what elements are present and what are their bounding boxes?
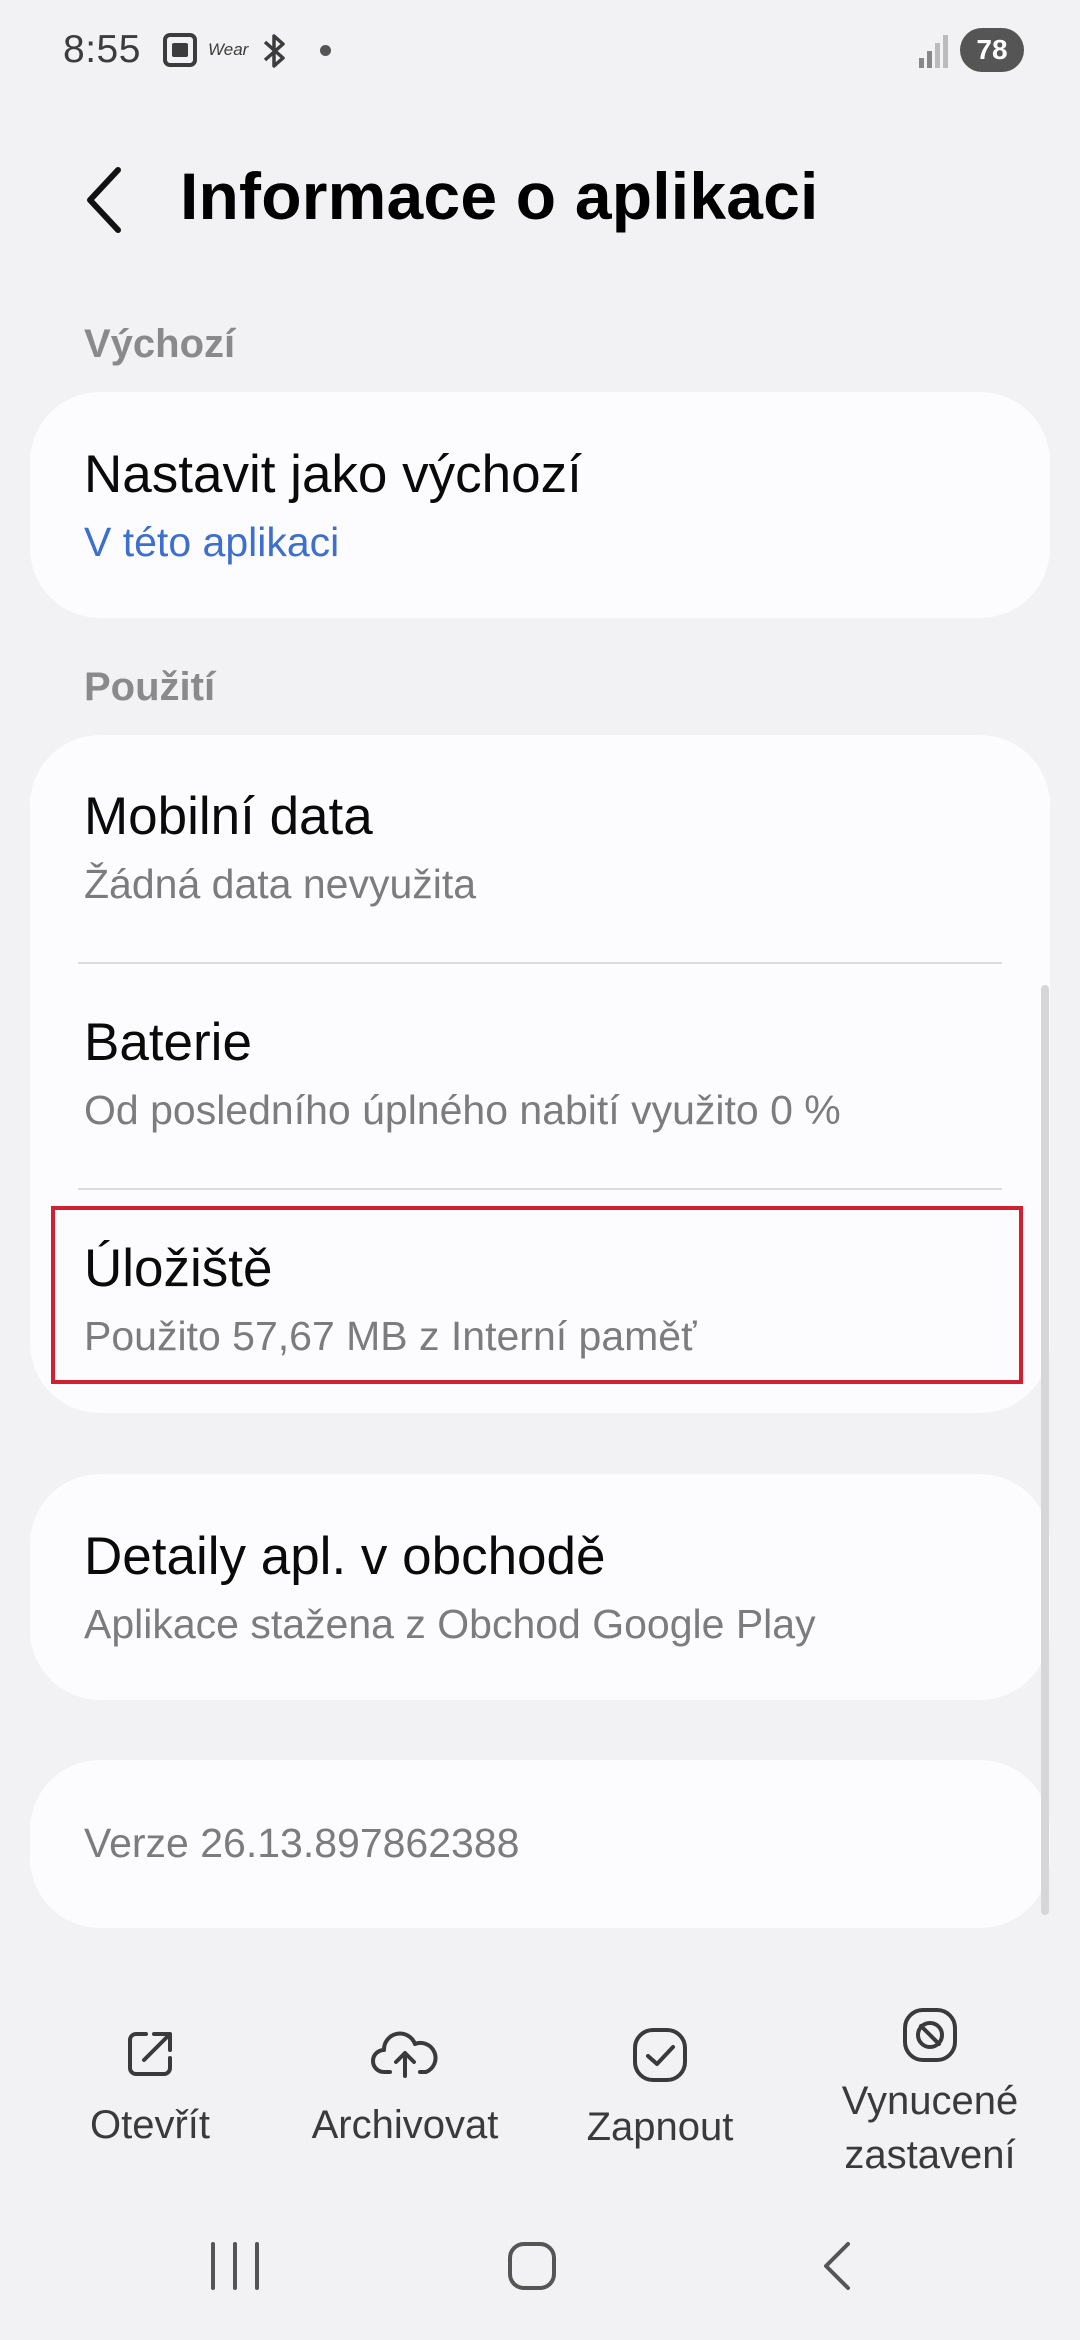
open-label: Otevřít [89, 2103, 211, 2147]
mobile-data-item[interactable]: Mobilní data Žádná data nevyužita [84, 786, 476, 908]
nav-back-button[interactable] [818, 2240, 858, 2297]
home-icon [508, 2242, 556, 2290]
divider [78, 962, 1002, 964]
force-stop-label-line1: Vynucené [841, 2079, 1019, 2123]
set-as-default-item[interactable]: Nastavit jako výchozí V této aplikaci [84, 444, 582, 566]
notification-dot-icon [320, 45, 331, 56]
battery-icon: 78 [960, 28, 1024, 72]
bluetooth-icon [262, 32, 288, 75]
version-text: Verze 26.13.897862388 [84, 1820, 520, 1866]
force-stop-button[interactable]: Vynucené zastavení [820, 2006, 1040, 2182]
page-title: Informace o aplikaci [180, 159, 819, 233]
wear-icon: Wear [208, 40, 249, 59]
version-item: Verze 26.13.897862388 [84, 1820, 519, 1867]
scrollbar[interactable] [1041, 985, 1049, 1915]
section-label-default: Výchozí [84, 322, 236, 366]
stop-icon [903, 2008, 957, 2062]
archive-button[interactable]: Archivovat [295, 2026, 515, 2152]
open-button[interactable]: Otevřít [70, 2026, 230, 2152]
archive-label: Archivovat [311, 2103, 499, 2147]
battery-subtitle: Od posledního úplného nabití využito 0 % [84, 1087, 841, 1133]
set-as-default-subtitle: V této aplikaci [84, 519, 340, 565]
cloud-upload-icon [371, 2031, 438, 2078]
check-circle-icon [633, 2028, 687, 2082]
enable-button[interactable]: Zapnout [575, 2026, 745, 2154]
recent-apps-icon [211, 2242, 259, 2290]
mobile-data-title: Mobilní data [84, 787, 373, 846]
store-details-item[interactable]: Detaily apl. v obchodě Aplikace stažena … [84, 1526, 816, 1648]
open-external-icon [128, 2032, 172, 2076]
store-details-title: Detaily apl. v obchodě [84, 1527, 606, 1586]
status-bar: 8:55 Wear 78 [0, 0, 1080, 100]
signal-icon [918, 34, 948, 73]
section-label-usage: Použití [84, 665, 216, 709]
nav-back-icon [824, 2242, 850, 2290]
home-button[interactable] [506, 2240, 558, 2297]
chevron-left-icon [87, 167, 121, 233]
divider [78, 1188, 1002, 1190]
set-as-default-title: Nastavit jako výchozí [84, 445, 582, 504]
battery-title: Baterie [84, 1013, 252, 1072]
storage-highlight-box [51, 1206, 1023, 1384]
status-time: 8:55 [63, 28, 141, 71]
gallery-icon [162, 30, 198, 75]
battery-item[interactable]: Baterie Od posledního úplného nabití vyu… [84, 1012, 841, 1134]
back-button[interactable] [78, 160, 138, 240]
mobile-data-subtitle: Žádná data nevyužita [84, 861, 477, 907]
enable-label: Zapnout [586, 2105, 734, 2149]
recent-apps-button[interactable] [205, 2240, 265, 2297]
store-details-subtitle: Aplikace stažena z Obchod Google Play [84, 1601, 816, 1647]
force-stop-label-line2: zastavení [844, 2133, 1016, 2177]
